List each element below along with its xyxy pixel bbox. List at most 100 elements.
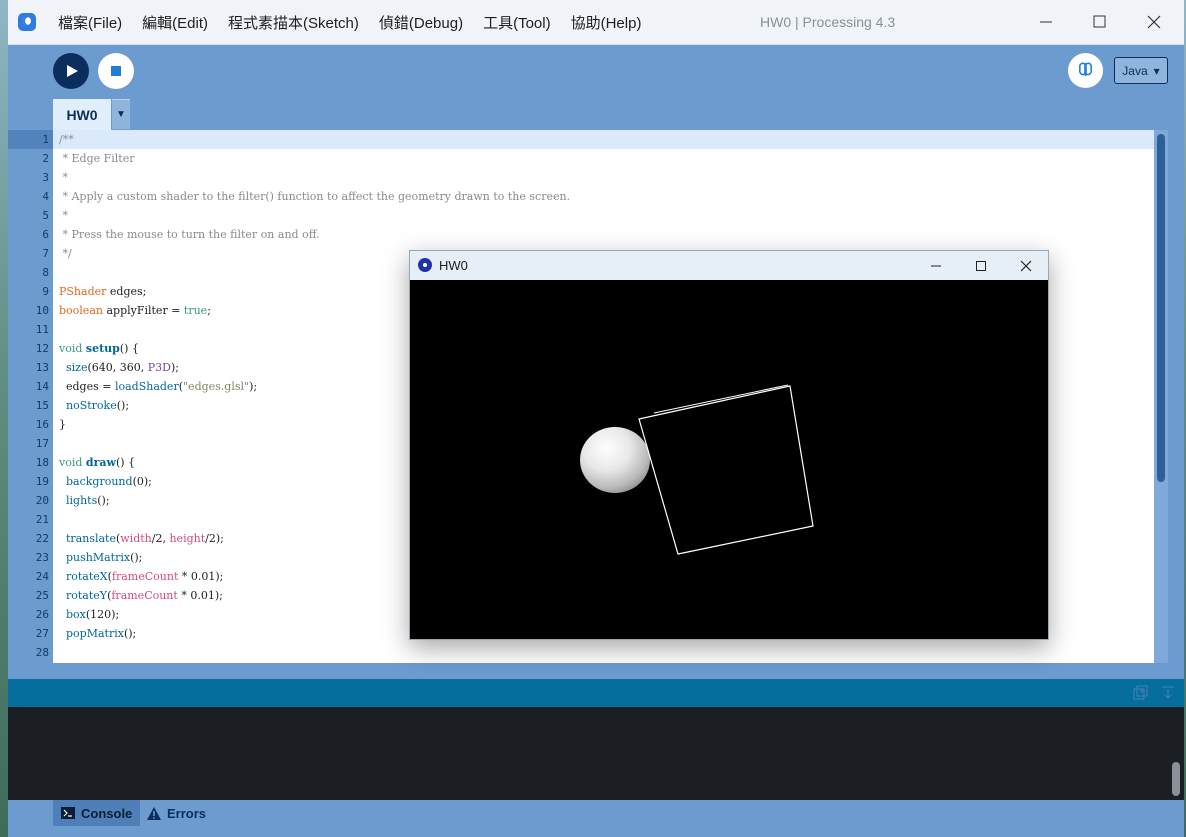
rotating-box-edges xyxy=(638,385,814,555)
processing-logo-icon xyxy=(18,13,36,31)
mode-selector[interactable]: Java ▾ xyxy=(1114,57,1168,84)
maximize-icon xyxy=(1093,15,1106,28)
tab-console-label: Console xyxy=(81,805,133,821)
stop-icon xyxy=(111,66,121,76)
sketch-maximize-button[interactable] xyxy=(968,253,994,279)
sketch-close-button[interactable] xyxy=(1013,253,1039,279)
tab-menu-button[interactable]: ▼ xyxy=(112,99,130,129)
code-line: PShader edges; xyxy=(59,285,147,298)
minimize-icon xyxy=(1040,21,1052,23)
close-icon xyxy=(1147,15,1161,29)
line-number: 19 xyxy=(35,475,49,488)
warning-icon xyxy=(147,806,161,820)
line-number: 17 xyxy=(35,437,49,450)
menu-tool[interactable]: 工具(Tool) xyxy=(483,12,551,33)
tab-errors-label: Errors xyxy=(167,805,207,821)
code-line: translate(width/2, height/2); xyxy=(66,532,224,545)
code-line: noStroke(); xyxy=(66,399,130,412)
maximize-button[interactable] xyxy=(1085,8,1113,36)
line-number: 3 xyxy=(42,171,49,184)
debugger-button[interactable] xyxy=(1068,53,1103,88)
tab-label: HW0 xyxy=(66,106,98,123)
code-line: * Apply a custom shader to the filter() … xyxy=(59,190,571,203)
tab-hw0[interactable]: HW0 xyxy=(53,99,111,130)
menu-debug[interactable]: 偵錯(Debug) xyxy=(379,12,463,33)
line-number: 16 xyxy=(35,418,49,431)
console-header xyxy=(8,679,1184,707)
code-line: } xyxy=(59,418,66,431)
chevron-down-icon: ▾ xyxy=(1153,63,1160,78)
line-number: 18 xyxy=(35,456,49,469)
code-line: boolean applyFilter = true; xyxy=(59,304,211,317)
sketch-minimize-button[interactable] xyxy=(923,253,949,279)
line-number: 8 xyxy=(42,266,49,279)
line-number: 27 xyxy=(35,627,49,640)
line-number: 7 xyxy=(42,247,49,260)
close-icon xyxy=(1020,260,1032,272)
tab-console[interactable]: Console xyxy=(53,800,141,826)
clear-console-icon[interactable] xyxy=(1160,685,1176,701)
line-number: 5 xyxy=(42,209,49,222)
console-output[interactable] xyxy=(8,707,1168,800)
menu-bar: 檔案(File) 編輯(Edit) 程式素描本(Sketch) 偵錯(Debug… xyxy=(58,0,641,44)
play-icon xyxy=(67,65,78,77)
line-number: 12 xyxy=(35,342,49,355)
terminal-icon xyxy=(61,807,75,819)
console-scrollbar[interactable] xyxy=(1168,707,1184,800)
line-number: 15 xyxy=(35,399,49,412)
code-line: * xyxy=(59,209,68,222)
line-number-gutter: 1 2 3 4 5 6 7 8 9 10 11 12 13 14 15 16 1… xyxy=(8,130,53,663)
line-number: 26 xyxy=(35,608,49,621)
code-line: * Press the mouse to turn the filter on … xyxy=(59,228,320,241)
code-line: rotateX(frameCount * 0.01); xyxy=(66,570,224,583)
stop-button[interactable] xyxy=(98,53,134,89)
code-line: rotateY(frameCount * 0.01); xyxy=(66,589,223,602)
chevron-down-icon: ▼ xyxy=(116,109,126,120)
code-line: pushMatrix(); xyxy=(66,551,143,564)
title-bar: 檔案(File) 編輯(Edit) 程式素描本(Sketch) 偵錯(Debug… xyxy=(8,0,1184,45)
line-number: 1 xyxy=(42,133,49,146)
code-line: background(0); xyxy=(66,475,152,488)
line-number: 10 xyxy=(35,304,49,317)
line-number: 2 xyxy=(42,152,49,165)
tab-errors[interactable]: Errors xyxy=(139,800,214,826)
menu-help[interactable]: 協助(Help) xyxy=(571,12,642,33)
scrollbar-thumb[interactable] xyxy=(1157,134,1165,482)
code-line: * xyxy=(59,171,68,184)
line-number: 6 xyxy=(42,228,49,241)
minimize-button[interactable] xyxy=(1032,8,1060,36)
line-number: 11 xyxy=(35,323,49,336)
line-number: 4 xyxy=(42,190,49,203)
maximize-icon xyxy=(976,261,986,271)
code-line: void setup() { xyxy=(59,342,139,355)
menu-file[interactable]: 檔案(File) xyxy=(58,12,122,33)
sketch-canvas[interactable] xyxy=(410,280,1048,639)
line-number: 9 xyxy=(42,285,49,298)
box-edge xyxy=(653,384,789,414)
scrollbar-thumb[interactable] xyxy=(1172,762,1180,796)
code-line: lights(); xyxy=(66,494,110,507)
sketch-window-title: HW0 xyxy=(439,258,468,273)
line-number: 22 xyxy=(35,532,49,545)
editor-scrollbar[interactable] xyxy=(1154,130,1168,663)
run-button[interactable] xyxy=(53,53,89,89)
copy-console-icon[interactable] xyxy=(1132,685,1148,701)
code-line: /** xyxy=(59,133,74,146)
line-number: 25 xyxy=(35,589,49,602)
sphere xyxy=(580,427,650,493)
close-button[interactable] xyxy=(1140,8,1168,36)
code-line: */ xyxy=(59,247,72,260)
line-number: 20 xyxy=(35,494,49,507)
menu-sketch[interactable]: 程式素描本(Sketch) xyxy=(228,12,359,33)
current-line-highlight xyxy=(53,130,1154,149)
line-number: 23 xyxy=(35,551,49,564)
code-line: void draw() { xyxy=(59,456,136,469)
menu-edit[interactable]: 編輯(Edit) xyxy=(142,12,208,33)
code-line: size(640, 360, P3D); xyxy=(66,361,179,374)
code-line: edges = loadShader("edges.glsl"); xyxy=(66,380,258,393)
line-number: 21 xyxy=(35,513,49,526)
bottom-tab-bar: Console Errors xyxy=(8,800,1184,837)
processing-logo-icon xyxy=(418,258,432,272)
sketch-window[interactable]: HW0 xyxy=(409,250,1049,640)
sketch-title-bar: HW0 xyxy=(410,251,1048,280)
